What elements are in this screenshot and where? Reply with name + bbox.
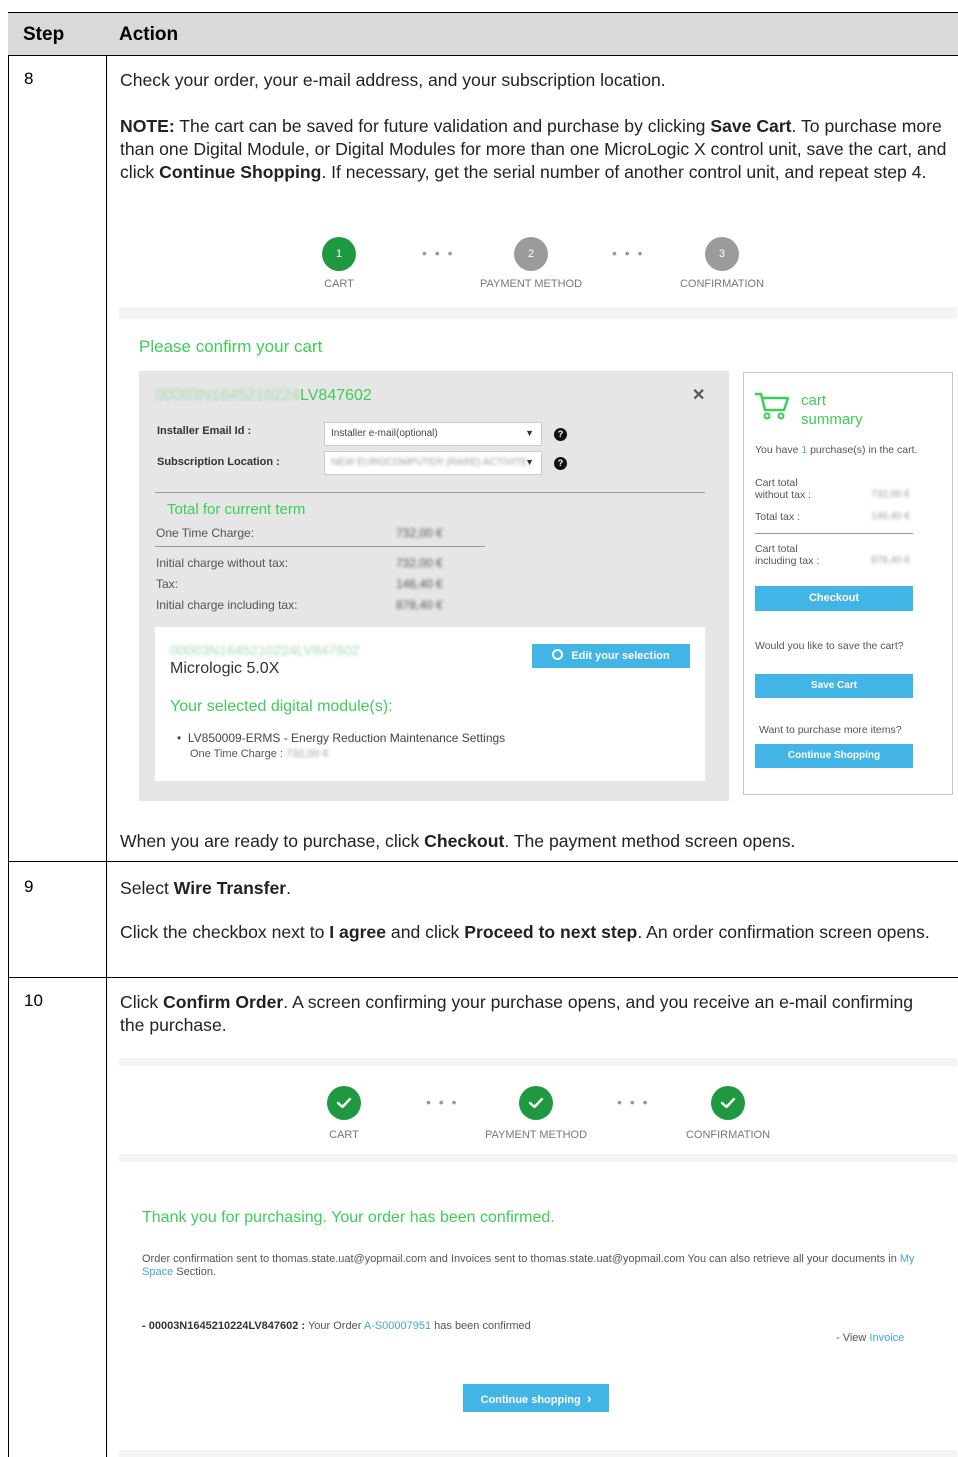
cart-heading: Please confirm your cart bbox=[139, 337, 323, 356]
progress-dots-1: • • • bbox=[422, 245, 455, 261]
save-cart-question: Would you like to save the cart? bbox=[755, 640, 904, 652]
edit-icon bbox=[552, 649, 564, 660]
total-tax-value: 146,40 € bbox=[871, 511, 910, 522]
purchase-more-question: Want to purchase more items? bbox=[759, 724, 902, 736]
cart-total-wo-tax-value: 732,00 € bbox=[871, 489, 910, 500]
checkout-button[interactable]: Checkout bbox=[755, 586, 913, 611]
subscription-location-select[interactable]: NEW EUROCOMPUTER (RARE) ACTIVITE ▼ bbox=[324, 451, 542, 475]
step8-note: NOTE: The cart can be saved for future v… bbox=[120, 116, 947, 182]
progress-panel-done: CART • • • PAYMENT METHOD • • • CONFIRMA… bbox=[119, 1066, 957, 1154]
cart-total-inc-tax-value: 878,40 € bbox=[871, 555, 910, 566]
cart-content-panel: Please confirm your cart 00003N164521022… bbox=[119, 319, 957, 804]
cart-item-serial: 00003N1645210224LV847602 bbox=[155, 387, 372, 404]
one-time-charge-label: One Time Charge: bbox=[156, 526, 255, 540]
one-time-charge-value: 732,00 € bbox=[396, 526, 443, 540]
progress-label-payment: PAYMENT METHOD bbox=[484, 1129, 588, 1141]
remove-item-icon[interactable]: ✕ bbox=[692, 385, 705, 405]
invoice-link[interactable]: Invoice bbox=[869, 1332, 904, 1344]
cart-total-wo-tax-label: Cart total without tax : bbox=[755, 477, 812, 501]
help-icon[interactable]: ? bbox=[554, 428, 567, 441]
row-divider-8-9 bbox=[8, 861, 958, 862]
progress-step-payment-done bbox=[519, 1086, 553, 1120]
edit-selection-button[interactable]: Edit your selection bbox=[532, 644, 690, 668]
progress-step-payment: 2 bbox=[514, 237, 548, 271]
initial-charge-inc-tax-value: 878,40 € bbox=[396, 598, 443, 612]
subscription-location-label: Subscription Location : bbox=[157, 456, 280, 468]
charge-divider bbox=[155, 546, 485, 547]
document-page: Step Action 8 Check your order, your e-m… bbox=[0, 0, 958, 1457]
progress-panel: 1 CART • • • 2 PAYMENT METHOD • • • 3 CO… bbox=[119, 232, 957, 307]
initial-charge-wo-tax-label: Initial charge without tax: bbox=[156, 556, 289, 570]
progress-label-payment: PAYMENT METHOD bbox=[479, 278, 583, 290]
installer-email-label: Installer Email Id : bbox=[157, 425, 252, 437]
tax-value: 146,40 € bbox=[396, 577, 443, 591]
step9-agree: Click the checkbox next to I agree and c… bbox=[120, 922, 930, 942]
progress-label-confirmation: CONFIRMATION bbox=[685, 1129, 771, 1141]
table-column-divider bbox=[106, 12, 107, 1457]
progress-step-cart: 1 bbox=[322, 237, 356, 271]
module-list-item: • LV850009-ERMS - Energy Reduction Maint… bbox=[177, 731, 506, 745]
step8-after-text: When you are ready to purchase, click Ch… bbox=[120, 831, 796, 851]
selected-modules-heading: Your selected digital module(s): bbox=[170, 698, 393, 715]
cart-total-inc-tax-label: Cart total including tax : bbox=[755, 543, 820, 567]
row-divider-9-10 bbox=[8, 977, 958, 978]
step-number-8: 8 bbox=[24, 69, 34, 88]
help-icon[interactable]: ? bbox=[554, 457, 567, 470]
progress-dots-2: • • • bbox=[617, 1094, 650, 1110]
step9-select: Select Wire Transfer. bbox=[120, 878, 291, 898]
progress-step-confirmation: 3 bbox=[705, 237, 739, 271]
cart-item-box: 00003N1645210224LV847602 ✕ Installer Ema… bbox=[139, 371, 729, 801]
confirmation-sent-text: Order confirmation sent to thomas.state.… bbox=[142, 1253, 915, 1278]
header-step: Step bbox=[23, 24, 65, 45]
cart-summary-box: cart summary You have 1 purchase(s) in t… bbox=[743, 372, 953, 795]
cart-icon bbox=[754, 391, 790, 426]
table-left-border bbox=[8, 12, 9, 1457]
check-icon bbox=[528, 1097, 544, 1109]
progress-step-confirmation-done bbox=[711, 1086, 745, 1120]
step8-instruction: Check your order, your e-mail address, a… bbox=[120, 70, 666, 90]
progress-label-cart: CART bbox=[329, 1129, 359, 1141]
chevron-right-icon: › bbox=[586, 1390, 592, 1406]
progress-dots-1: • • • bbox=[426, 1094, 459, 1110]
progress-dots-2: • • • bbox=[612, 245, 645, 261]
header-action: Action bbox=[119, 24, 179, 45]
cart-summary-title: cart summary bbox=[801, 392, 863, 428]
confirmation-screenshot: CART • • • PAYMENT METHOD • • • CONFIRMA… bbox=[119, 1058, 957, 1457]
module-charge: One Time Charge : 732,00 € bbox=[190, 748, 329, 760]
check-icon bbox=[336, 1097, 352, 1109]
chevron-down-icon: ▼ bbox=[525, 428, 534, 438]
step-number-9: 9 bbox=[24, 877, 34, 896]
tax-label: Tax: bbox=[156, 577, 179, 591]
total-tax-label: Total tax : bbox=[755, 511, 800, 523]
table-header: Step Action bbox=[8, 12, 958, 56]
step-number-10: 10 bbox=[24, 991, 43, 1010]
unit-name: Micrologic 5.0X bbox=[170, 660, 280, 677]
chevron-down-icon: ▼ bbox=[525, 457, 534, 467]
unit-detail-box: 00003N1645210224LV847602 Micrologic 5.0X… bbox=[155, 627, 705, 781]
installer-email-select[interactable]: Installer e-mail(optional) ▼ bbox=[324, 422, 542, 446]
step10-instruction: Click Confirm Order. A screen confirming… bbox=[120, 992, 914, 1035]
progress-label-confirmation: CONFIRMATION bbox=[679, 278, 765, 290]
confirmation-content-panel: Thank you for purchasing. Your order has… bbox=[119, 1162, 957, 1450]
total-divider bbox=[155, 492, 705, 493]
order-link[interactable]: A-S00007951 bbox=[364, 1320, 431, 1332]
view-invoice: - View Invoice bbox=[836, 1332, 905, 1344]
confirmation-heading: Thank you for purchasing. Your order has… bbox=[142, 1209, 555, 1226]
purchase-count-text: You have 1 purchase(s) in the cart. bbox=[755, 444, 918, 456]
summary-divider bbox=[755, 533, 913, 534]
continue-shopping-confirm-button[interactable]: Continue shopping › bbox=[463, 1384, 609, 1412]
cart-screenshot: 1 CART • • • 2 PAYMENT METHOD • • • 3 CO… bbox=[119, 232, 957, 804]
initial-charge-inc-tax-label: Initial charge including tax: bbox=[156, 598, 298, 612]
continue-shopping-button[interactable]: Continue Shopping bbox=[755, 744, 913, 768]
total-current-term-heading: Total for current term bbox=[167, 501, 306, 518]
initial-charge-wo-tax-value: 732,00 € bbox=[396, 556, 443, 570]
progress-label-cart: CART bbox=[324, 278, 354, 290]
check-icon bbox=[720, 1097, 736, 1109]
save-cart-button[interactable]: Save Cart bbox=[755, 674, 913, 698]
progress-step-cart-done bbox=[327, 1086, 361, 1120]
order-confirmed-line: - 00003N1645210224LV847602 : Your Order … bbox=[142, 1320, 531, 1332]
unit-serial: 00003N1645210224LV847602 bbox=[170, 642, 360, 658]
